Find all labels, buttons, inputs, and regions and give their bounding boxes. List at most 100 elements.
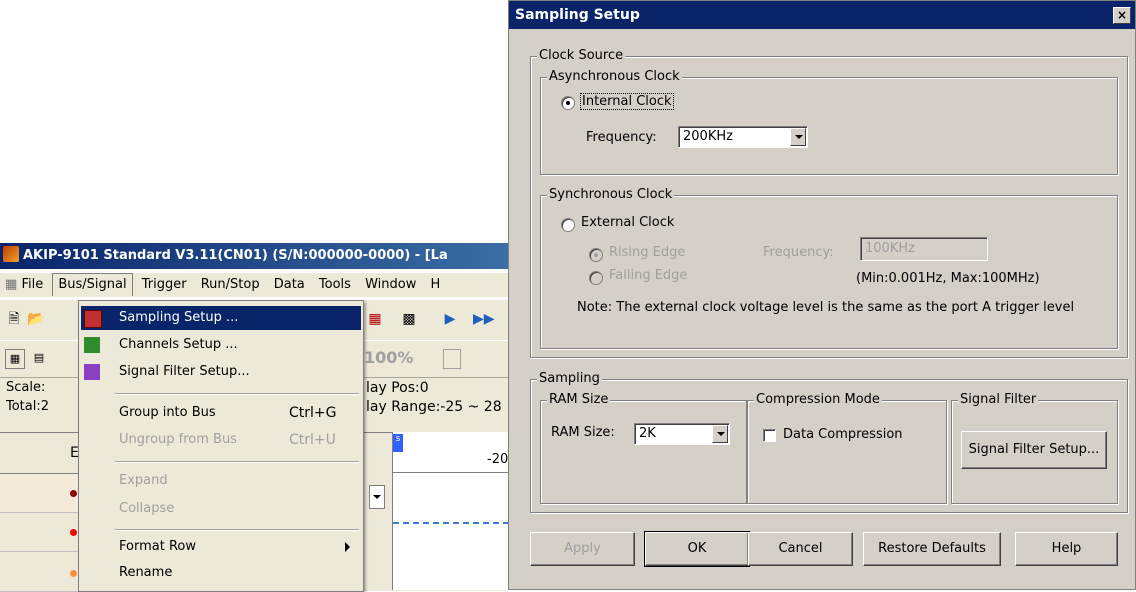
cancel-button[interactable]: Cancel [748, 532, 853, 566]
signal-filter-group: Signal Filter Signal Filter Setup... [951, 392, 1118, 504]
menu-bus-signal[interactable]: Bus/Signal [52, 273, 133, 296]
menu-item-ungroup-from-bus[interactable]: Ungroup from Bus Ctrl+U [81, 428, 361, 452]
menu-item-label: Expand [119, 473, 168, 488]
clock-source-group: Clock Source Asynchronous Clock Internal… [530, 48, 1128, 358]
frequency-value: 200KHz [683, 129, 733, 144]
sync-clock-group: Synchronous Clock External Clock Rising … [540, 187, 1118, 349]
ram-size-label: RAM Size: [551, 425, 615, 440]
menu-item-label: Format Row [119, 539, 196, 554]
compression-mode-group: Compression Mode Data Compression [747, 392, 947, 504]
bus-signal-menu: Sampling Setup ... Channels Setup ... Si… [78, 300, 364, 592]
help-button[interactable]: Help [1015, 532, 1118, 566]
signal-color-dot [70, 490, 77, 497]
menu-item-sampling-setup[interactable]: Sampling Setup ... [81, 306, 361, 330]
menu-item-rename[interactable]: Rename [81, 561, 361, 585]
ram-size-value: 2K [639, 426, 656, 441]
menu-item-channels-setup[interactable]: Channels Setup ... [81, 333, 361, 357]
ram-size-group-label: RAM Size [547, 392, 611, 408]
menu-item-shortcut: Ctrl+G [289, 405, 337, 421]
zoom-dropdown-arrow[interactable] [443, 349, 461, 369]
sampling-setup-icon [84, 310, 102, 328]
menu-data[interactable]: Data [269, 273, 310, 297]
menu-file-icon: ▦ [5, 277, 18, 292]
menu-bar: ▦ File Bus/Signal Trigger Run/Stop Data … [0, 273, 508, 297]
chevron-down-icon [373, 495, 381, 499]
menu-help[interactable]: H [426, 273, 446, 297]
signal-color-dot [70, 529, 77, 536]
menu-window[interactable]: Window [360, 273, 421, 297]
sampling-group: Sampling RAM Size RAM Size: 2K Compressi… [530, 371, 1128, 513]
run-icon[interactable]: ▶ [441, 310, 459, 328]
ext-frequency-range: (Min:0.001Hz, Max:100MHz) [856, 271, 1040, 286]
ram-size-group: RAM Size RAM Size: 2K [540, 392, 747, 504]
menu-item-group-into-bus[interactable]: Group into Bus Ctrl+G [81, 401, 361, 425]
ruler-baseline [393, 472, 509, 473]
ok-button[interactable]: OK [644, 531, 750, 567]
data-compression-checkbox[interactable] [763, 429, 776, 442]
async-clock-group: Asynchronous Clock Internal Clock Freque… [540, 69, 1118, 175]
menu-trigger[interactable]: Trigger [137, 273, 192, 297]
submenu-arrow-icon [345, 542, 350, 552]
compression-mode-label: Compression Mode [754, 392, 882, 408]
chevron-down-icon [712, 425, 728, 443]
ruler-marker[interactable]: s [393, 434, 403, 452]
fast-forward-icon[interactable]: ▶▶ [473, 310, 495, 328]
external-clock-label[interactable]: External Clock [581, 215, 674, 230]
signal-row[interactable] [0, 552, 78, 592]
rising-edge-label: Rising Edge [609, 245, 686, 260]
signal-trace [393, 522, 509, 524]
apply-button[interactable]: Apply [530, 532, 635, 566]
waveform-area[interactable]: s -20 [392, 432, 509, 590]
zoom-level: 100% [364, 348, 414, 367]
async-clock-label: Asynchronous Clock [547, 69, 682, 85]
menu-item-signal-filter[interactable]: Signal Filter Setup... [81, 360, 361, 384]
menu-separator [115, 393, 359, 395]
menu-item-collapse[interactable]: Collapse [81, 497, 361, 521]
menu-item-expand[interactable]: Expand [81, 469, 361, 493]
new-file-icon[interactable]: 🗎 [5, 310, 23, 328]
menu-item-format-row[interactable]: Format Row [81, 535, 361, 559]
frequency-label: Frequency: [586, 130, 657, 145]
menu-item-label: Ungroup from Bus [119, 432, 237, 447]
ext-frequency-input[interactable]: 100KHz [860, 237, 988, 261]
menu-file[interactable]: ▦ File [0, 273, 48, 297]
menu-tools[interactable]: Tools [314, 273, 356, 297]
row-dropdown[interactable] [369, 485, 385, 509]
menu-item-label: Group into Bus [119, 405, 216, 420]
menu-run-stop[interactable]: Run/Stop [196, 273, 265, 297]
menu-separator [115, 529, 359, 531]
restore-defaults-button[interactable]: Restore Defaults [863, 532, 1001, 566]
signal-row[interactable] [0, 474, 78, 513]
grid-view-icon[interactable]: ▦ [5, 349, 25, 369]
chevron-down-icon [790, 128, 806, 146]
ram-size-select[interactable]: 2K [634, 423, 730, 445]
internal-clock-label[interactable]: Internal Clock [580, 93, 674, 110]
signal-filter-setup-button[interactable]: Signal Filter Setup... [961, 431, 1107, 469]
data-compression-label[interactable]: Data Compression [783, 427, 903, 442]
frequency-select[interactable]: 200KHz [678, 126, 808, 148]
capture-icon[interactable]: ▩ [400, 310, 418, 328]
open-folder-icon[interactable]: 📂 [27, 310, 45, 328]
internal-clock-radio[interactable] [561, 96, 575, 110]
menu-file-label: File [21, 277, 44, 292]
total-label: Total:2 [6, 399, 50, 414]
menu-item-label: Channels Setup ... [119, 337, 238, 352]
delay-range: lay Range:-25 ~ 28 [366, 399, 502, 415]
record-icon[interactable]: ▦ [366, 310, 384, 328]
external-clock-radio[interactable] [561, 218, 575, 232]
scale-label: Scale: [6, 380, 46, 395]
menu-item-label: Sampling Setup ... [119, 310, 239, 325]
menu-item-shortcut: Ctrl+U [289, 432, 336, 448]
delay-position: lay Pos:0 [366, 380, 429, 396]
falling-edge-radio[interactable] [589, 271, 603, 285]
close-icon[interactable]: × [1113, 7, 1131, 24]
external-clock-note: Note: The external clock voltage level i… [577, 300, 1075, 315]
signal-filter-icon [84, 364, 100, 380]
list-view-icon[interactable]: ▤ [30, 349, 48, 367]
dialog-title-bar: Sampling Setup × [509, 1, 1135, 29]
ext-frequency-label: Frequency: [763, 245, 834, 260]
rising-edge-radio[interactable] [589, 248, 603, 262]
menu-item-label: Rename [119, 565, 173, 580]
signal-row[interactable] [0, 513, 78, 552]
app-icon [3, 246, 19, 262]
